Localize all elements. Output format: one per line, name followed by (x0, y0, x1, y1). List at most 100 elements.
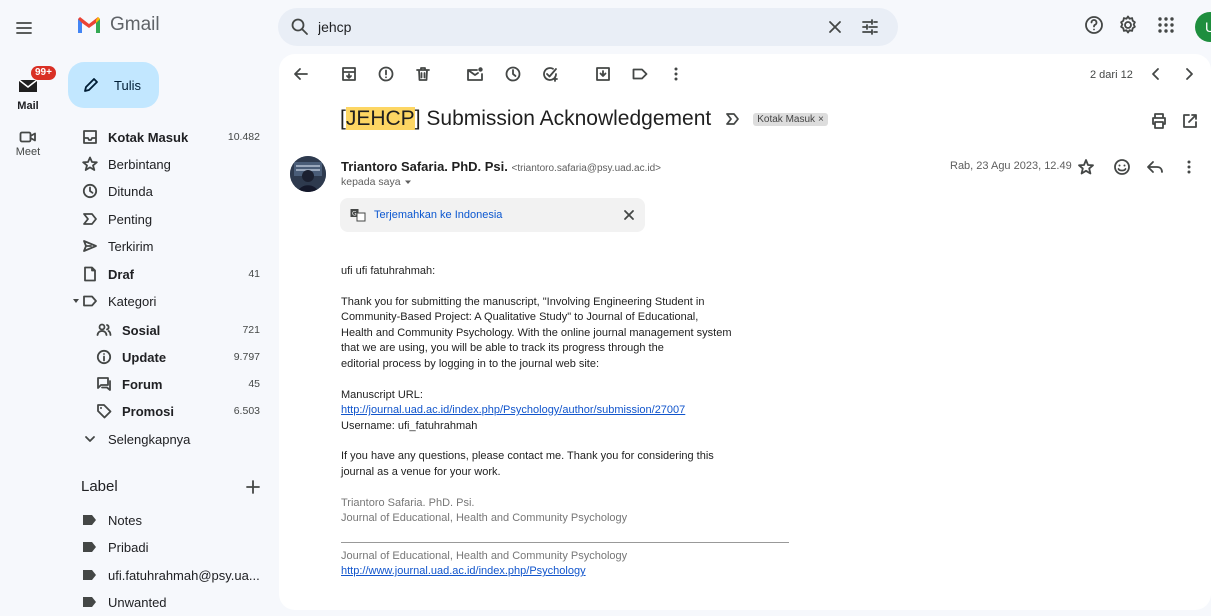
report-spam-icon[interactable] (377, 65, 395, 83)
info-icon (96, 349, 112, 365)
apps-grid-icon[interactable] (1155, 14, 1177, 36)
nav-item-sent[interactable]: Terkirim (70, 233, 270, 259)
more-vertical-icon[interactable] (667, 65, 685, 83)
manuscript-url-link[interactable]: http://journal.uad.ac.id/index.php/Psych… (341, 404, 685, 416)
avatar-letter: U (1204, 19, 1211, 35)
gmail-m-icon (78, 17, 100, 33)
label-icon (83, 597, 96, 607)
star-icon[interactable] (1077, 158, 1095, 176)
nav-item-inbox[interactable]: Kotak Masuk 10.482 (70, 124, 270, 150)
nav-label: Kategori (108, 293, 157, 309)
more-vertical-icon[interactable] (1180, 158, 1198, 176)
star-icon (82, 156, 98, 171)
label-item-pribadi[interactable]: Pribadi (70, 534, 270, 560)
nav-count: 6.503 (233, 405, 260, 417)
search-bar[interactable] (278, 8, 898, 46)
gmail-logo[interactable]: Gmail (76, 14, 160, 36)
add-task-icon[interactable] (541, 65, 559, 83)
nav-item-promotions[interactable]: Promosi 6.503 (70, 398, 270, 424)
footer-journal: Journal of Educational, Health and Commu… (341, 549, 628, 562)
signature-name: Triantoro Safaria. PhD. Psi. (341, 496, 475, 509)
label-item-notes[interactable]: Notes (70, 507, 270, 533)
nav-item-more[interactable]: Selengkapnya (70, 426, 270, 452)
label-icon (83, 542, 96, 552)
emoji-icon[interactable] (1112, 157, 1132, 177)
footer-divider (341, 541, 789, 543)
nav-label: Sosial (122, 322, 161, 338)
subject-text: [JEHCP] Submission Acknowledgement (340, 107, 711, 131)
nav-item-drafts[interactable]: Draf 41 (70, 261, 270, 287)
search-input[interactable] (318, 8, 778, 46)
mail-rail-button[interactable]: 99+ (12, 66, 56, 102)
gmail-logo-text: Gmail (110, 14, 160, 35)
nav-item-starred[interactable]: Berbintang (70, 151, 270, 177)
back-arrow-icon[interactable] (292, 65, 310, 83)
chevron-right-icon[interactable] (1180, 65, 1198, 83)
message-body: ufi ufi fatuhrahmah: Thank you for submi… (341, 264, 791, 580)
labels-header: Label (81, 478, 118, 495)
nav-item-important[interactable]: Penting (70, 206, 270, 232)
subject-rest: Submission Acknowledgement (420, 107, 712, 130)
manuscript-info: Manuscript URL: http://journal.uad.ac.id… (341, 388, 791, 435)
reply-icon[interactable] (1146, 159, 1164, 175)
trash-icon[interactable] (414, 65, 432, 83)
svg-text:G: G (352, 211, 357, 218)
label-name: ufi.fatuhrahmah@psy.ua... (108, 567, 260, 583)
sender-avatar[interactable] (290, 156, 326, 192)
translate-bar: G Terjemahkan ke Indonesia (340, 198, 645, 232)
message-date: Rab, 23 Agu 2023, 12.49 (950, 160, 1072, 172)
nav-label: Penting (108, 211, 153, 227)
snooze-icon[interactable] (504, 65, 522, 83)
rail-meet[interactable]: Meet (8, 130, 48, 158)
recipient-text: kepada saya (341, 176, 401, 188)
gear-icon[interactable] (1117, 14, 1139, 36)
sender-name[interactable]: Triantoro Safaria. PhD. Psi. (341, 159, 508, 174)
inbox-icon (83, 130, 97, 144)
body-line: Health and Community Psychology. With th… (341, 326, 732, 339)
nav-item-updates[interactable]: Update 9.797 (70, 344, 270, 370)
archive-icon[interactable] (340, 65, 358, 83)
chip-remove-icon[interactable]: × (818, 114, 824, 125)
main-menu-button[interactable] (8, 12, 40, 44)
pager-text: 2 dari 12 (1090, 69, 1133, 81)
print-icon[interactable] (1150, 112, 1168, 130)
translate-link[interactable]: Terjemahkan ke Indonesia (374, 209, 502, 221)
nav-item-forums[interactable]: Forum 45 (70, 371, 270, 397)
label-item-unwanted[interactable]: Unwanted (70, 589, 270, 615)
important-marker-icon[interactable] (725, 112, 741, 126)
nav-item-categories[interactable]: Kategori (70, 288, 270, 314)
subject-bracket-open: [ (340, 107, 346, 130)
nav-item-social[interactable]: Sosial 721 (70, 317, 270, 343)
label-item-email[interactable]: ufi.fatuhrahmah@psy.ua... (70, 562, 270, 588)
account-avatar[interactable]: U (1195, 12, 1211, 42)
search-icon[interactable] (290, 17, 310, 37)
search-options-icon[interactable] (860, 17, 880, 37)
label-icon (83, 570, 96, 580)
nav-count: 721 (242, 324, 260, 336)
body-line: that we are using, you will be able to t… (341, 342, 664, 355)
mail-icon (18, 79, 38, 92)
pencil-icon (84, 78, 98, 92)
nav-label: Kotak Masuk (108, 129, 189, 145)
compose-button[interactable]: Tulis (68, 62, 159, 108)
close-icon[interactable] (622, 208, 636, 222)
rail-mail[interactable]: 99+ Mail (8, 66, 56, 112)
move-to-icon[interactable] (594, 65, 612, 83)
recipient-line[interactable]: kepada saya (341, 176, 412, 188)
add-label-button[interactable] (246, 476, 260, 494)
nav-item-snoozed[interactable]: Ditunda (70, 178, 270, 204)
open-in-new-window-icon[interactable] (1181, 112, 1199, 130)
mark-unread-icon[interactable] (466, 65, 484, 83)
nav-count: 41 (248, 268, 260, 280)
help-icon[interactable] (1083, 14, 1105, 36)
nav-label: Berbintang (108, 156, 171, 172)
close-icon[interactable] (825, 17, 845, 37)
labels-icon[interactable] (631, 65, 649, 83)
rail-meet-label: Meet (15, 146, 41, 158)
chevron-left-icon[interactable] (1147, 65, 1165, 83)
body-line: If you have any questions, please contac… (341, 450, 714, 463)
compose-label: Tulis (114, 77, 141, 93)
inbox-label-chip[interactable]: Kotak Masuk × (753, 112, 828, 126)
caret-down-icon (73, 299, 79, 303)
journal-website-link[interactable]: http://www.journal.uad.ac.id/index.php/P… (341, 565, 586, 577)
